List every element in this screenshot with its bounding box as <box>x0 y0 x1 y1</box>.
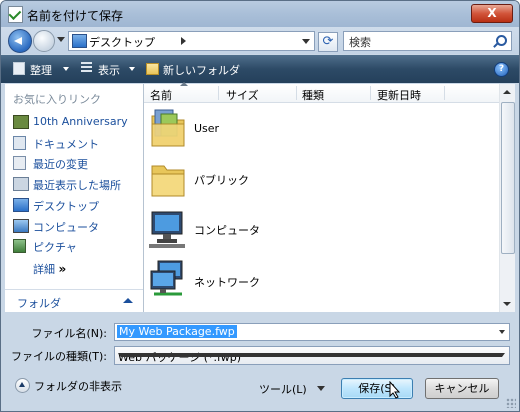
user-folder-icon <box>151 109 185 147</box>
filetype-value: Web パッケージ (*.fwp) <box>118 351 241 364</box>
chevron-down-icon <box>129 67 135 71</box>
sidebar-item-recent-places[interactable]: 最近表示した場所 <box>13 175 141 193</box>
search-input[interactable]: 検索 <box>343 31 512 51</box>
sidebar-item-documents[interactable]: ドキュメント <box>13 134 141 152</box>
filetype-label: ファイルの種類(T): <box>10 350 107 363</box>
recent-places-icon <box>13 177 29 191</box>
computer-icon <box>13 219 29 233</box>
filename-field[interactable]: My Web Package.fwp <box>114 323 510 341</box>
recent-changes-icon <box>13 156 26 170</box>
address-location[interactable]: デスクトップ <box>89 34 155 50</box>
back-button[interactable] <box>8 29 32 53</box>
column-divider[interactable] <box>370 86 371 100</box>
list-item[interactable]: ネットワーク <box>148 258 348 304</box>
folders-toggle[interactable]: フォルダ <box>5 289 143 312</box>
scroll-up-icon[interactable] <box>503 90 511 94</box>
new-folder-button[interactable]: 新しいフォルダ <box>146 62 256 77</box>
favorites-header: お気に入りリンク <box>13 93 101 106</box>
column-header: 名前 サイズ 種類 更新日時 <box>144 82 499 103</box>
chevron-up-icon <box>123 298 133 303</box>
refresh-button[interactable]: ⟳ <box>318 32 338 52</box>
sidebar-item-desktop[interactable]: デスクトップ <box>13 196 141 214</box>
column-divider[interactable] <box>444 86 445 100</box>
sort-ascending-icon <box>180 82 188 86</box>
forward-button[interactable] <box>33 30 55 52</box>
list-item[interactable]: コンピュータ <box>148 206 348 252</box>
desktop-icon <box>13 198 29 212</box>
command-bar: 整理 表示 新しいフォルダ ? <box>1 55 519 83</box>
column-divider[interactable] <box>218 86 219 100</box>
column-size[interactable]: サイズ <box>226 87 259 102</box>
chevron-down-icon <box>317 386 325 391</box>
window-title: 名前を付けて保存 <box>27 9 124 23</box>
column-type[interactable]: 種類 <box>302 87 324 102</box>
scroll-down-icon[interactable] <box>503 302 511 306</box>
network-icon <box>150 260 183 296</box>
filetype-select[interactable]: Web パッケージ (*.fwp) <box>114 346 510 365</box>
breadcrumb-chevron-icon[interactable] <box>181 37 186 45</box>
mouse-cursor-icon <box>389 381 401 399</box>
new-folder-icon <box>146 63 159 75</box>
filename-label: ファイル名(N): <box>31 327 107 340</box>
app-icon <box>8 6 23 23</box>
close-button[interactable]: X <box>471 4 513 23</box>
computer-icon <box>149 211 185 248</box>
address-bar[interactable]: デスクトップ <box>68 31 315 51</box>
double-chevron-icon: » <box>58 262 67 276</box>
organize-icon <box>13 62 25 75</box>
address-row: デスクトップ ⟳ 検索 <box>1 27 519 54</box>
more-links-button[interactable]: 詳細 » <box>33 261 66 277</box>
views-button[interactable]: 表示 <box>81 62 141 77</box>
column-name[interactable]: 名前 <box>150 87 172 102</box>
recent-pages-dropdown[interactable] <box>57 37 65 42</box>
filename-value[interactable]: My Web Package.fwp <box>117 325 237 338</box>
sidebar-item-pictures[interactable]: ピクチャ <box>13 237 141 255</box>
save-as-dialog: 名前を付けて保存 X デスクトップ ⟳ 検索 整理 表示 新しいフォルダ ? お… <box>0 0 520 412</box>
save-button[interactable]: 保存(S) <box>341 378 413 399</box>
cancel-button[interactable]: キャンセル <box>425 378 499 399</box>
vertical-scrollbar[interactable] <box>499 84 515 312</box>
sidebar-item-computer[interactable]: コンピュータ <box>13 217 141 235</box>
organize-button[interactable]: 整理 <box>13 62 73 77</box>
scroll-thumb[interactable] <box>501 102 515 254</box>
collapse-icon <box>15 378 30 393</box>
chevron-down-icon <box>63 67 69 71</box>
camera-icon <box>13 115 29 129</box>
file-list: 名前 サイズ 種類 更新日時 User パブリック コンピュータ ネットワーク <box>144 82 515 312</box>
documents-icon <box>13 136 26 150</box>
chevron-down-icon <box>118 353 505 357</box>
resize-grip[interactable] <box>506 398 516 408</box>
search-placeholder: 検索 <box>349 36 371 49</box>
tools-menu-button[interactable]: ツール(L) <box>259 381 325 397</box>
navigation-pane: お気に入りリンク 10th Anniversary ドキュメント 最近の変更 最… <box>5 84 144 312</box>
pictures-icon <box>13 239 26 253</box>
column-modified[interactable]: 更新日時 <box>377 87 421 102</box>
help-icon[interactable]: ? <box>494 62 509 77</box>
search-icon[interactable] <box>496 35 507 46</box>
sidebar-item-recent-changes[interactable]: 最近の変更 <box>13 154 141 172</box>
column-divider[interactable] <box>296 86 297 100</box>
folder-icon <box>151 165 185 197</box>
list-item[interactable]: パブリック <box>148 156 348 202</box>
views-icon <box>81 62 92 73</box>
desktop-icon <box>72 34 87 48</box>
sidebar-item-10th-anniversary[interactable]: 10th Anniversary <box>13 113 141 131</box>
title-bar[interactable]: 名前を付けて保存 X <box>1 1 519 27</box>
address-dropdown[interactable] <box>302 39 310 44</box>
chevron-down-icon[interactable] <box>499 330 505 334</box>
list-item[interactable]: User <box>148 106 348 152</box>
